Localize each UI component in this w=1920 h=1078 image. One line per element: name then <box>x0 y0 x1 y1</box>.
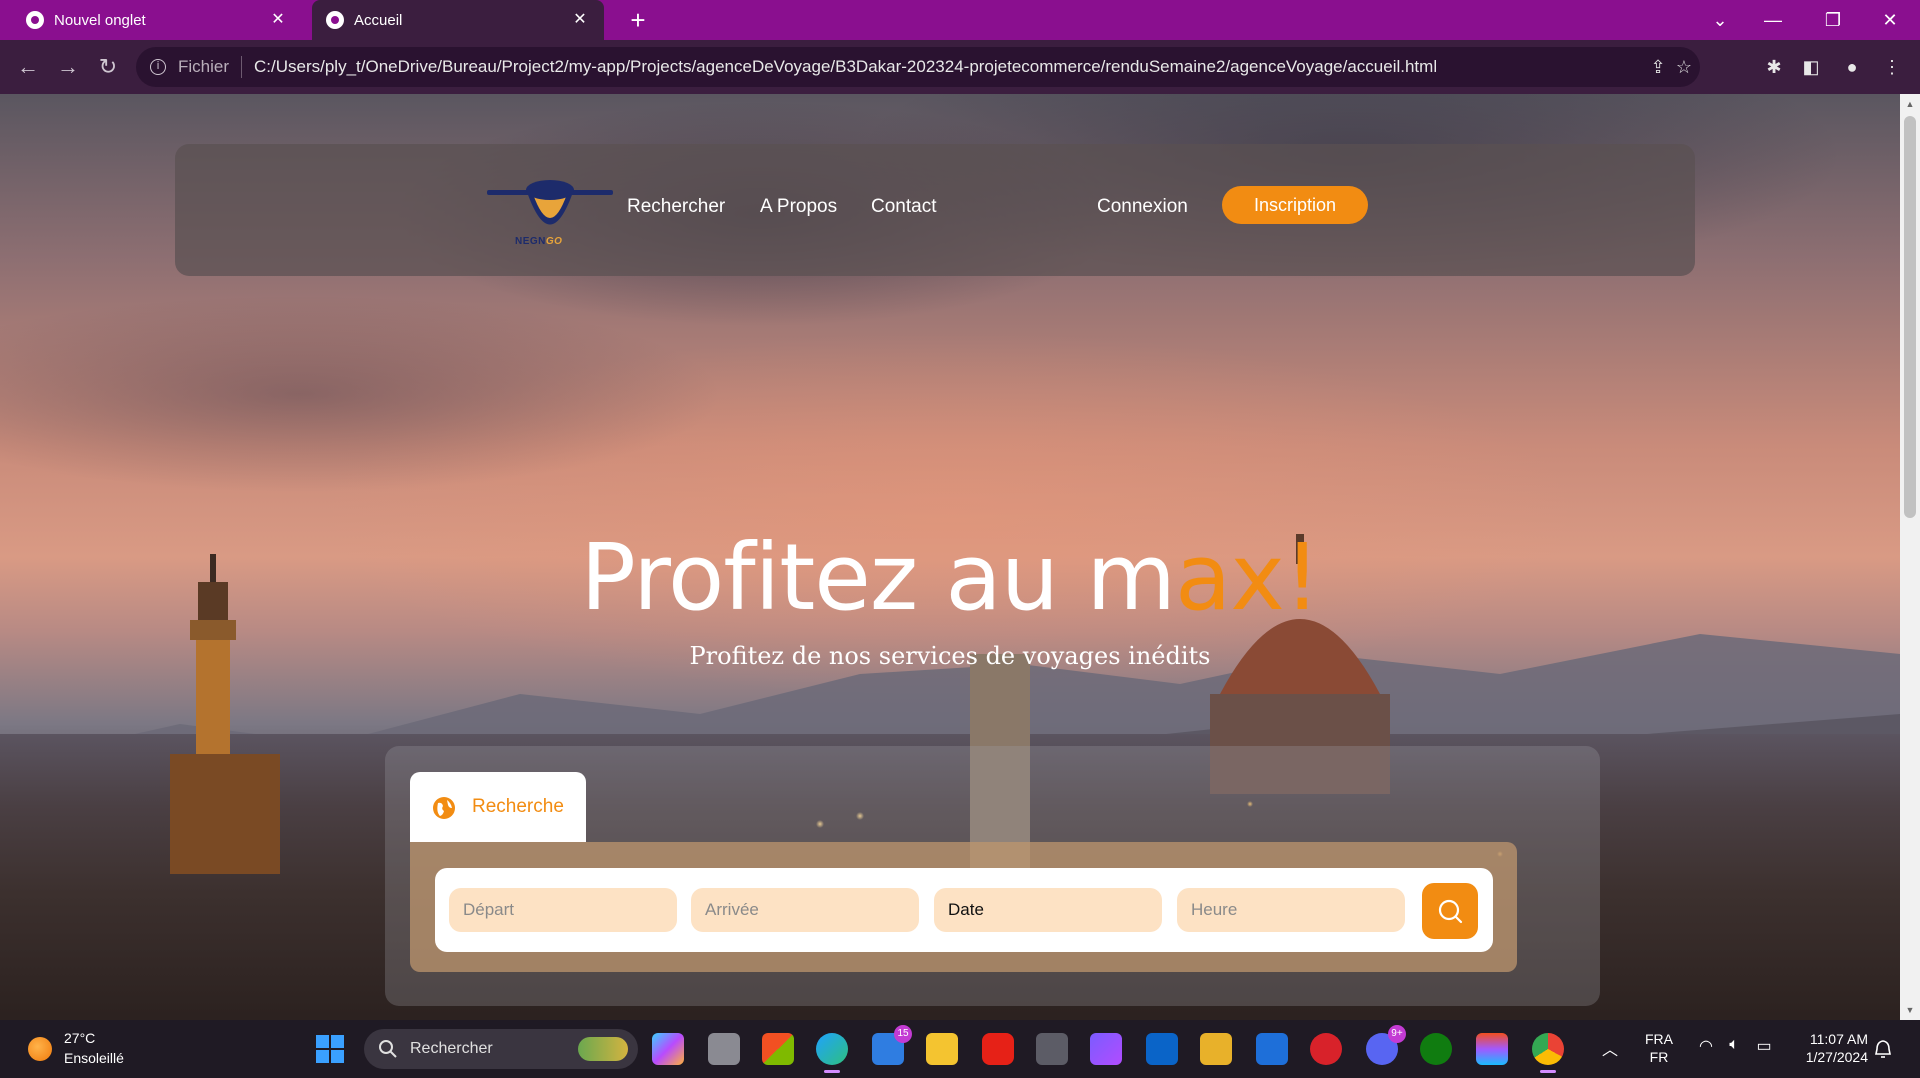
hero-title-main: Profitez au m <box>580 524 1176 631</box>
copilot-icon[interactable] <box>652 1033 684 1065</box>
hero-title: Profitez au max! <box>0 524 1900 631</box>
weather-condition[interactable]: Ensoleillé <box>64 1050 124 1066</box>
discord-badge: 9+ <box>1388 1025 1406 1043</box>
weather-temperature[interactable]: 27°C <box>64 1030 95 1046</box>
clock-time: 11:07 AM <box>1809 1031 1868 1047</box>
mail-icon[interactable]: 15 <box>872 1025 912 1065</box>
restore-icon[interactable]: ❐ <box>1813 6 1853 34</box>
logo-text-main: NEGN <box>515 236 546 247</box>
taskbar: 27°C Ensoleillé Rechercher 15 9+ ︿ FRA FR… <box>0 1020 1920 1078</box>
scheme-label: Fichier <box>178 57 230 76</box>
discord-icon[interactable]: 9+ <box>1366 1025 1406 1065</box>
defender-shield-icon[interactable] <box>1256 1033 1288 1065</box>
figma-icon[interactable] <box>1476 1033 1508 1065</box>
hero-title-accent: ax! <box>1174 524 1321 631</box>
running-indicator <box>1540 1070 1556 1073</box>
login-link[interactable]: Connexion <box>1097 196 1188 218</box>
windows-start-icon[interactable] <box>316 1035 344 1063</box>
ms-store-icon[interactable] <box>762 1033 794 1065</box>
nav-a-propos[interactable]: A Propos <box>760 196 837 218</box>
running-indicator <box>824 1070 840 1073</box>
edge-icon[interactable] <box>816 1033 848 1073</box>
negngo-logo[interactable] <box>487 162 613 262</box>
search-submit-button[interactable] <box>1422 883 1478 939</box>
page-viewport: NEGNGO Rechercher A Propos Contact Conne… <box>0 94 1900 1020</box>
close-icon[interactable]: ✕ <box>268 10 288 30</box>
browser-toolbar: ← → ↻ Fichier C:/Users/ply_t/OneDrive/Bu… <box>0 40 1920 94</box>
notification-bell-icon[interactable] <box>1872 1038 1894 1060</box>
youtube-icon[interactable] <box>982 1033 1014 1065</box>
nav-rechercher[interactable]: Rechercher <box>627 196 725 218</box>
window-close-icon[interactable]: ✕ <box>1870 6 1910 34</box>
signup-button[interactable]: Inscription <box>1222 186 1368 224</box>
scroll-thumb[interactable] <box>1904 116 1916 518</box>
minimize-icon[interactable]: — <box>1753 6 1793 34</box>
tab-recherche[interactable]: Recherche <box>410 772 586 842</box>
search-form: Date <box>435 868 1493 952</box>
sun-icon[interactable] <box>28 1037 52 1061</box>
search-highlight-icon <box>578 1037 628 1061</box>
search-tab-label: Recherche <box>472 796 564 817</box>
volume-icon[interactable]: 🔈︎ <box>1722 1036 1746 1054</box>
mail-badge: 15 <box>894 1025 912 1043</box>
info-icon[interactable] <box>150 59 166 75</box>
logo-wordmark: NEGNGO <box>515 236 562 247</box>
task-view-icon[interactable] <box>708 1033 740 1065</box>
mcafee-icon[interactable] <box>1310 1033 1342 1065</box>
menu-kebab-icon[interactable]: ⋮ <box>1878 53 1906 81</box>
tab-new-tab[interactable]: Nouvel onglet ✕ <box>12 0 302 40</box>
url-text[interactable]: C:/Users/ply_t/OneDrive/Bureau/Project2/… <box>254 57 1437 77</box>
visual-studio-icon[interactable] <box>1090 1033 1122 1065</box>
battery-icon[interactable]: ▭ <box>1752 1036 1776 1056</box>
outlook-icon[interactable] <box>1146 1033 1178 1065</box>
search-icon <box>1438 899 1463 924</box>
back-icon[interactable]: ← <box>14 53 42 81</box>
nav-contact[interactable]: Contact <box>871 196 936 218</box>
language-indicator[interactable]: FRA FR <box>1642 1030 1676 1066</box>
close-icon[interactable]: ✕ <box>570 10 590 30</box>
tab-title: Nouvel onglet <box>54 11 146 29</box>
tab-accueil[interactable]: Accueil ✕ <box>312 0 604 40</box>
chrome-icon <box>26 11 44 29</box>
scroll-up-icon[interactable]: ▲ <box>1900 96 1920 112</box>
depart-input[interactable] <box>449 888 677 932</box>
chrome-icon[interactable] <box>1532 1033 1564 1073</box>
arrivee-input[interactable] <box>691 888 919 932</box>
taskbar-search-label: Rechercher <box>410 1040 493 1057</box>
hero-subtitle: Profitez de nos services de voyages inéd… <box>689 642 1211 670</box>
language-line1: FRA <box>1645 1031 1673 1047</box>
divider <box>241 56 243 78</box>
address-bar[interactable]: Fichier C:/Users/ply_t/OneDrive/Bureau/P… <box>136 47 1700 87</box>
reload-icon[interactable]: ↻ <box>94 53 122 81</box>
site-favicon-icon <box>326 11 344 29</box>
medal-icon[interactable] <box>1200 1033 1232 1065</box>
tab-title: Accueil <box>354 11 403 29</box>
globe-icon <box>433 797 455 819</box>
date-input-text: Date <box>948 900 984 919</box>
date-input[interactable]: Date <box>934 888 1162 932</box>
language-line2: FR <box>1649 1049 1669 1065</box>
page-scrollbar[interactable]: ▲ ▼ <box>1900 94 1920 1020</box>
tray-chevron-icon[interactable]: ︿ <box>1598 1036 1622 1060</box>
taskbar-search[interactable]: Rechercher <box>364 1029 638 1069</box>
search-icon <box>379 1040 397 1058</box>
site-header: NEGNGO Rechercher A Propos Contact Conne… <box>175 144 1695 276</box>
system-clock[interactable]: 11:07 AM 1/27/2024 <box>1790 1030 1868 1066</box>
tab-strip: Nouvel onglet ✕ Accueil ✕ + ⌄ — ❐ ✕ <box>0 0 1920 40</box>
profile-icon[interactable]: ● <box>1838 53 1866 81</box>
extensions-icon[interactable]: ✱ <box>1760 53 1788 81</box>
unity-icon[interactable] <box>1036 1033 1068 1065</box>
file-explorer-icon[interactable] <box>926 1033 958 1065</box>
clock-date: 1/27/2024 <box>1805 1049 1868 1065</box>
bookmark-star-icon[interactable]: ☆ <box>1668 47 1700 87</box>
forward-icon[interactable]: → <box>54 53 82 81</box>
logo-text-accent: GO <box>545 236 563 247</box>
new-tab-button[interactable]: + <box>622 4 654 36</box>
wifi-icon[interactable]: ◠ <box>1694 1036 1718 1056</box>
tab-search-chevron-icon[interactable]: ⌄ <box>1700 6 1740 34</box>
xbox-icon[interactable] <box>1420 1033 1452 1065</box>
heure-input[interactable] <box>1177 888 1405 932</box>
side-panel-icon[interactable]: ◧ <box>1797 53 1825 81</box>
scroll-down-icon[interactable]: ▼ <box>1900 1002 1920 1018</box>
